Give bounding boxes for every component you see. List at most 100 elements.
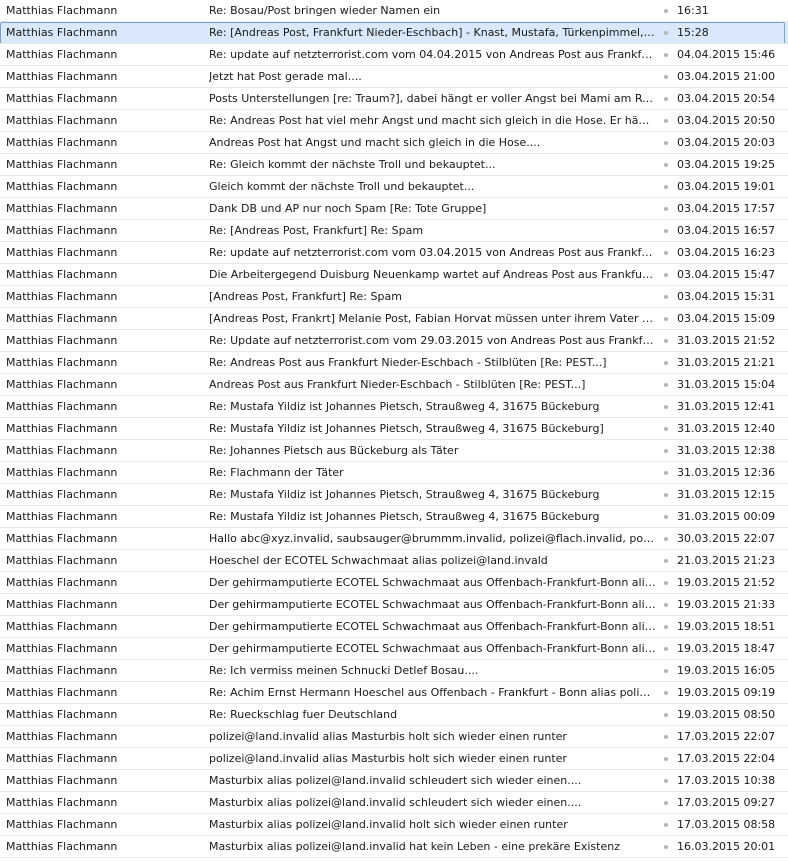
message-row[interactable]: Matthias Flachmann Andreas Post hat Angst… — [0, 132, 788, 154]
message-date: 17.03.2015 09:27 — [677, 796, 776, 809]
read-status-dot-icon[interactable] — [664, 647, 668, 651]
message-row[interactable]: Matthias Flachmann Masturbix alias polize… — [0, 792, 788, 814]
read-status-dot-icon[interactable] — [664, 493, 668, 497]
message-date: 16:31 — [677, 4, 709, 17]
message-sender: Matthias Flachmann — [6, 290, 118, 303]
message-row[interactable]: Matthias Flachmann Der gehirmamputierte E… — [0, 638, 788, 660]
message-row[interactable]: Matthias Flachmann polizei@land.invalid a… — [0, 748, 788, 770]
read-status-dot-icon[interactable] — [664, 801, 668, 805]
message-row[interactable]: Matthias Flachmann Der gehirmamputierte E… — [0, 594, 788, 616]
message-row[interactable]: Matthias Flachmann Masturbix alias polize… — [0, 814, 788, 836]
message-row[interactable]: Matthias Flachmann Re: Johannes Pietsch a… — [0, 440, 788, 462]
message-subject: [Andreas Post, Frankfurt] Re: Spam — [209, 290, 402, 303]
message-subject: Gleich kommt der nächste Troll und bekau… — [209, 180, 475, 193]
read-status-dot-icon[interactable] — [664, 735, 668, 739]
read-status-dot-icon[interactable] — [664, 75, 668, 79]
message-row[interactable]: Matthias Flachmann Jetzt hat Post gerade … — [0, 66, 788, 88]
read-status-dot-icon[interactable] — [664, 757, 668, 761]
message-row[interactable]: Matthias Flachmann Re: Mustafa Yildiz ist… — [0, 506, 788, 528]
message-row[interactable]: Matthias Flachmann Der gehirmamputierte E… — [0, 572, 788, 594]
read-status-dot-icon[interactable] — [664, 383, 668, 387]
read-status-dot-icon[interactable] — [664, 581, 668, 585]
message-row[interactable]: Matthias Flachmann Re: Achim Ernst Herman… — [0, 682, 788, 704]
message-row[interactable]: Matthias Flachmann Re: Mustafa Yildiz ist… — [0, 396, 788, 418]
message-row[interactable]: Matthias Flachmann [Andreas Post, Frankfu… — [0, 286, 788, 308]
read-status-dot-icon[interactable] — [664, 779, 668, 783]
read-status-dot-icon[interactable] — [664, 559, 668, 563]
message-date: 03.04.2015 21:00 — [677, 70, 776, 83]
message-row[interactable]: Matthias Flachmann Hallo abc@xyz.invalid,… — [0, 528, 788, 550]
read-status-dot-icon[interactable] — [664, 361, 668, 365]
read-status-dot-icon[interactable] — [664, 625, 668, 629]
message-row[interactable]: Matthias Flachmann Re: Bosau/Post bringen… — [0, 0, 788, 22]
read-status-dot-icon[interactable] — [664, 713, 668, 717]
message-sender: Matthias Flachmann — [6, 4, 118, 17]
message-row[interactable]: Matthias Flachmann Re: Andreas Post hat v… — [0, 110, 788, 132]
message-row[interactable]: Matthias Flachmann Re: [Andreas Post, Fra… — [0, 220, 788, 242]
read-status-dot-icon[interactable] — [664, 185, 668, 189]
read-status-dot-icon[interactable] — [664, 251, 668, 255]
message-row[interactable]: Matthias Flachmann polizei@land.invalid a… — [0, 726, 788, 748]
read-status-dot-icon[interactable] — [664, 603, 668, 607]
read-status-dot-icon[interactable] — [664, 53, 668, 57]
read-status-dot-icon[interactable] — [664, 339, 668, 343]
message-row[interactable]: Matthias Flachmann Re: Mustafa Yildiz ist… — [0, 418, 788, 440]
message-sender: Matthias Flachmann — [6, 158, 118, 171]
message-row[interactable]: Matthias Flachmann Andreas Post aus Frank… — [0, 374, 788, 396]
message-sender: Matthias Flachmann — [6, 334, 118, 347]
message-row[interactable]: Matthias Flachmann [Andreas Post, Frankrt… — [0, 308, 788, 330]
message-sender: Matthias Flachmann — [6, 664, 118, 677]
message-sender: Matthias Flachmann — [6, 576, 118, 589]
read-status-dot-icon[interactable] — [664, 823, 668, 827]
message-row[interactable]: Matthias Flachmann Gleich kommt der nächs… — [0, 176, 788, 198]
read-status-dot-icon[interactable] — [664, 163, 668, 167]
message-row[interactable]: Matthias Flachmann Der gehirmamputierte E… — [0, 616, 788, 638]
read-status-dot-icon[interactable] — [664, 31, 668, 35]
message-date: 31.03.2015 21:21 — [677, 356, 776, 369]
read-status-dot-icon[interactable] — [664, 471, 668, 475]
read-status-dot-icon[interactable] — [664, 405, 668, 409]
read-status-dot-icon[interactable] — [664, 669, 668, 673]
message-date: 03.04.2015 20:50 — [677, 114, 776, 127]
read-status-dot-icon[interactable] — [664, 515, 668, 519]
message-row[interactable]: Matthias Flachmann Re: Mustafa Yildiz ist… — [0, 484, 788, 506]
message-subject: Re: Gleich kommt der nächste Troll und b… — [209, 158, 496, 171]
message-date: 03.04.2015 20:54 — [677, 92, 776, 105]
message-list: Matthias Flachmann Re: Bosau/Post bringen… — [0, 0, 788, 858]
message-row[interactable]: Matthias Flachmann Re: Gleich kommt der n… — [0, 154, 788, 176]
message-sender: Matthias Flachmann — [6, 510, 118, 523]
message-row[interactable]: Matthias Flachmann Re: Flachmann der Täte… — [0, 462, 788, 484]
message-row[interactable]: Matthias Flachmann Re: update auf netzter… — [0, 44, 788, 66]
message-row[interactable]: Matthias Flachmann Die Arbeitergegend Dui… — [0, 264, 788, 286]
message-row[interactable]: Matthias Flachmann Re: Andreas Post aus F… — [0, 352, 788, 374]
message-row[interactable]: Matthias Flachmann Re: [Andreas Post, Fra… — [0, 22, 788, 44]
message-subject: Masturbix alias polizei@land.invalid sch… — [209, 774, 582, 787]
message-date: 17.03.2015 10:38 — [677, 774, 776, 787]
read-status-dot-icon[interactable] — [664, 317, 668, 321]
message-row[interactable]: Matthias Flachmann Dank DB und AP nur noc… — [0, 198, 788, 220]
read-status-dot-icon[interactable] — [664, 9, 668, 13]
read-status-dot-icon[interactable] — [664, 295, 668, 299]
message-row[interactable]: Matthias Flachmann Masturbix alias polize… — [0, 836, 788, 858]
message-row[interactable]: Matthias Flachmann Hoeschel der ECOTEL Sc… — [0, 550, 788, 572]
read-status-dot-icon[interactable] — [664, 537, 668, 541]
message-row[interactable]: Matthias Flachmann Posts Unterstellungen … — [0, 88, 788, 110]
read-status-dot-icon[interactable] — [664, 229, 668, 233]
read-status-dot-icon[interactable] — [664, 141, 668, 145]
message-row[interactable]: Matthias Flachmann Masturbix alias polize… — [0, 770, 788, 792]
message-row[interactable]: Matthias Flachmann Re: update auf netzter… — [0, 242, 788, 264]
message-date: 03.04.2015 19:25 — [677, 158, 776, 171]
message-row[interactable]: Matthias Flachmann Re: Rueckschlag fuer D… — [0, 704, 788, 726]
message-row[interactable]: Matthias Flachmann Re: Update auf netzter… — [0, 330, 788, 352]
read-status-dot-icon[interactable] — [664, 97, 668, 101]
read-status-dot-icon[interactable] — [664, 691, 668, 695]
read-status-dot-icon[interactable] — [664, 207, 668, 211]
read-status-dot-icon[interactable] — [664, 427, 668, 431]
read-status-dot-icon[interactable] — [664, 845, 668, 849]
read-status-dot-icon[interactable] — [664, 449, 668, 453]
message-subject: Re: Andreas Post hat viel mehr Angst und… — [209, 114, 656, 127]
read-status-dot-icon[interactable] — [664, 273, 668, 277]
read-status-dot-icon[interactable] — [664, 119, 668, 123]
message-subject: Re: Achim Ernst Hermann Hoeschel aus Off… — [209, 686, 656, 699]
message-row[interactable]: Matthias Flachmann Re: Ich vermiss meinen… — [0, 660, 788, 682]
